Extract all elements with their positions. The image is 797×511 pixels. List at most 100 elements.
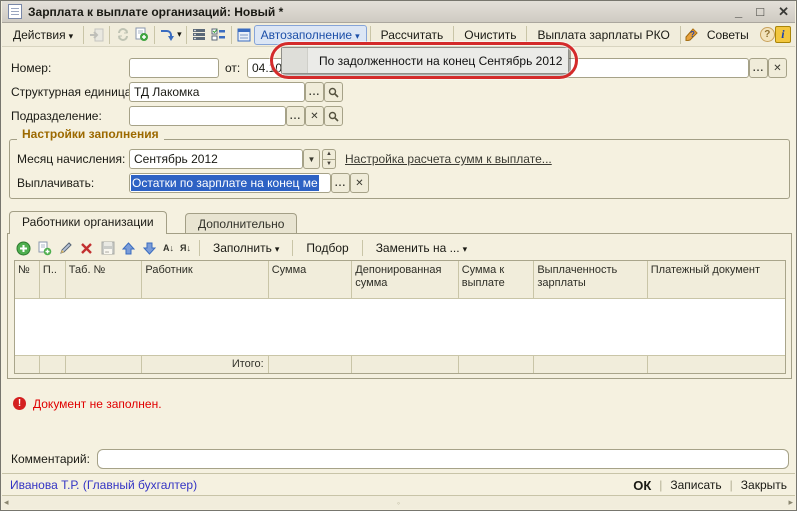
structural-unit-search-icon[interactable] xyxy=(324,82,343,102)
warning-icon: ! xyxy=(13,397,26,410)
list-icon[interactable] xyxy=(190,26,209,44)
menu-item-debt-end-of-month[interactable]: По задолженности на конец Сентябрь 2012 xyxy=(308,54,562,68)
department-search-icon[interactable] xyxy=(324,106,343,126)
rko-payment-button[interactable]: Выплата зарплаты РКО xyxy=(530,25,676,45)
payout-settings-link[interactable]: Настройка расчета сумм к выплате... xyxy=(345,152,552,166)
toolbar-separator xyxy=(526,26,527,44)
column-header-paydoc[interactable]: Платежный документ xyxy=(648,261,785,298)
toolbar-separator xyxy=(292,240,293,256)
toolbar-separator xyxy=(370,26,371,44)
date-clear-button[interactable]: ✕ xyxy=(768,58,787,78)
clear-button[interactable]: Очистить xyxy=(457,25,523,45)
responsible-user: Иванова Т.Р. (Главный бухгалтер) xyxy=(10,478,197,492)
pay-mode-input[interactable]: Остатки по зарплате на конец ме xyxy=(129,173,331,193)
window-title: Зарплата к выплате организаций: Новый * xyxy=(28,5,283,19)
info-icon[interactable]: i xyxy=(775,26,791,43)
toolbar-separator xyxy=(83,26,84,44)
fill-settings-title: Настройки заполнения xyxy=(17,127,164,141)
form-settings-icon[interactable] xyxy=(235,26,254,44)
save-button[interactable]: Записать xyxy=(670,478,721,492)
horizontal-scrollbar[interactable]: ◂ ◦ ▸ xyxy=(2,495,795,509)
tab-additional[interactable]: Дополнительно xyxy=(185,213,297,234)
autofill-dropdown-menu: По задолженности на конец Сентябрь 2012 xyxy=(281,47,569,74)
edit-row-icon[interactable] xyxy=(56,239,75,257)
table-body-empty[interactable] xyxy=(15,299,785,355)
end-edit-icon[interactable]: ок xyxy=(98,239,117,257)
menu-icon-gutter xyxy=(282,48,308,73)
employees-tab-panel: ок А↓ Я↓ Заполнить▾ Подбор Заменить на .… xyxy=(7,233,792,379)
move-up-icon[interactable] xyxy=(119,239,138,257)
column-header-topay[interactable]: Сумма квыплате xyxy=(459,261,535,298)
date-select-button[interactable]: ... xyxy=(749,58,768,78)
pay-mode-label: Выплачивать: xyxy=(17,176,94,190)
post-document-icon[interactable] xyxy=(87,26,106,44)
column-header-tabnum[interactable]: Таб. № xyxy=(66,261,143,298)
column-header-paidstatus[interactable]: Выплаченностьзарплаты xyxy=(534,261,647,298)
svg-text:ок: ок xyxy=(105,249,109,254)
structural-unit-input[interactable]: ТД Лакомка xyxy=(129,82,305,102)
column-header-deposited[interactable]: Депонированнаясумма xyxy=(352,261,458,298)
list-settings-icon[interactable] xyxy=(209,26,228,44)
column-header-employee[interactable]: Работник xyxy=(142,261,268,298)
scroll-right-icon[interactable]: ▸ xyxy=(788,497,793,508)
employees-table: № П.. Таб. № Работник Сумма Депонированн… xyxy=(14,260,786,374)
selected-text: Остатки по зарплате на конец ме xyxy=(131,175,319,191)
copy-row-icon[interactable] xyxy=(35,239,54,257)
chevron-down-icon: ▾ xyxy=(275,244,280,254)
scrollbar-grip[interactable]: ◦ xyxy=(397,498,400,508)
column-header-rownum[interactable]: № xyxy=(15,261,40,298)
toolbar-separator xyxy=(154,26,155,44)
title-bar: Зарплата к выплате организаций: Новый * … xyxy=(2,1,795,23)
maximize-button[interactable]: □ xyxy=(756,4,764,20)
replace-menu-button[interactable]: Заменить на ...▾ xyxy=(369,238,474,258)
toolbar-separator xyxy=(453,26,454,44)
accrual-month-label: Месяц начисления: xyxy=(17,152,125,166)
pick-button[interactable]: Подбор xyxy=(299,238,355,258)
actions-menu-button[interactable]: Действия▾ xyxy=(6,25,80,45)
close-button[interactable]: ✕ xyxy=(778,4,789,20)
column-header-sum[interactable]: Сумма xyxy=(269,261,353,298)
tab-employees[interactable]: Работники организации xyxy=(9,211,167,234)
spin-down-icon[interactable]: ▼ xyxy=(322,160,336,170)
comment-input[interactable] xyxy=(97,449,789,469)
tips-button[interactable]: Советы xyxy=(704,25,756,45)
column-header-mark[interactable]: П.. xyxy=(40,261,66,298)
svg-text:?: ? xyxy=(690,30,695,39)
close-form-button[interactable]: Закрыть xyxy=(741,478,787,492)
refresh-icon[interactable] xyxy=(113,26,132,44)
sort-descending-icon[interactable]: Я↓ xyxy=(178,239,193,257)
delete-row-icon[interactable] xyxy=(77,239,96,257)
ok-button[interactable]: ОК xyxy=(633,478,651,493)
department-input[interactable] xyxy=(129,106,286,126)
structural-unit-select-button[interactable]: ... xyxy=(305,82,324,102)
minimize-button[interactable]: _ xyxy=(735,4,742,20)
sort-ascending-icon[interactable]: А↓ xyxy=(161,239,176,257)
structural-unit-label: Структурная единица: xyxy=(11,85,135,99)
document-window: Зарплата к выплате организаций: Новый * … xyxy=(0,0,797,511)
department-clear-button[interactable]: ✕ xyxy=(305,106,324,126)
number-input[interactable] xyxy=(129,58,219,78)
move-down-icon[interactable] xyxy=(140,239,159,257)
toolbar-separator xyxy=(199,240,200,256)
pay-mode-clear-button[interactable]: ✕ xyxy=(350,173,369,193)
copy-new-icon[interactable] xyxy=(132,26,151,44)
goto-icon[interactable]: ▾ xyxy=(158,26,183,44)
accrual-month-dropdown-button[interactable]: ▼ xyxy=(303,149,320,169)
calculate-button[interactable]: Рассчитать xyxy=(374,25,451,45)
add-row-icon[interactable] xyxy=(14,239,33,257)
status-bar: Иванова Т.Р. (Главный бухгалтер) ОК | За… xyxy=(2,473,795,496)
table-header: № П.. Таб. № Работник Сумма Депонированн… xyxy=(15,261,785,299)
date-label: от: xyxy=(225,61,240,75)
warning-text: Документ не заполнен. xyxy=(33,397,162,411)
pay-mode-select-button[interactable]: ... xyxy=(331,173,350,193)
chevron-down-icon: ▾ xyxy=(463,244,468,254)
table-footer: Итого: xyxy=(15,355,785,373)
help-icon[interactable]: ? xyxy=(760,27,775,42)
fill-menu-button[interactable]: Заполнить▾ xyxy=(206,238,286,258)
accrual-month-input[interactable]: Сентябрь 2012 xyxy=(129,149,303,169)
accrual-month-stepper[interactable]: ▲ ▼ xyxy=(322,149,336,169)
autofill-menu-button[interactable]: Автозаполнение▾ xyxy=(254,25,367,45)
spin-up-icon[interactable]: ▲ xyxy=(322,149,336,160)
department-select-button[interactable]: ... xyxy=(286,106,305,126)
scroll-left-icon[interactable]: ◂ xyxy=(4,497,9,508)
